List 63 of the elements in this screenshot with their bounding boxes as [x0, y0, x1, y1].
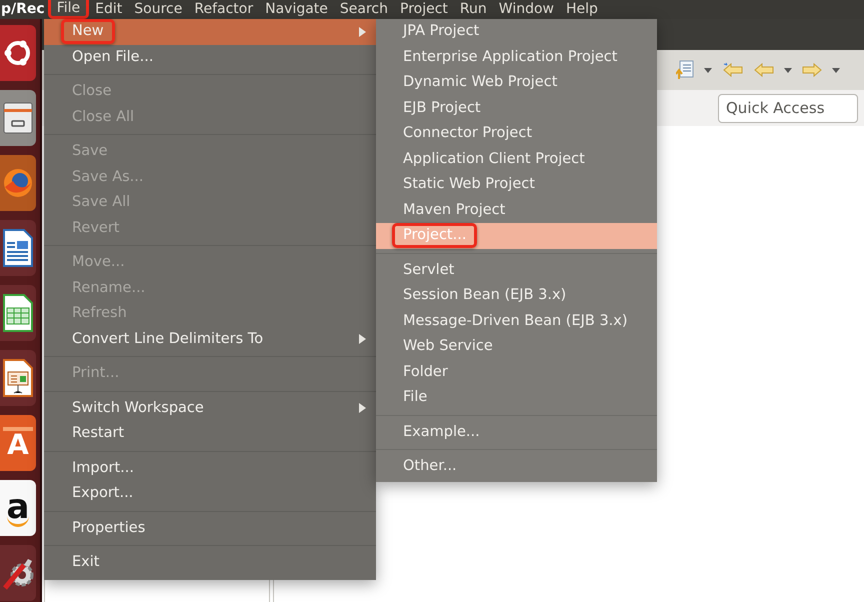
menubar-item[interactable]: Project	[394, 0, 454, 19]
menubar-item[interactable]: Window	[492, 0, 560, 19]
menu-item[interactable]: Close	[44, 79, 376, 104]
submenu-arrow-icon	[359, 26, 366, 37]
menubar-item[interactable]: File	[48, 0, 90, 19]
dropdown-caret-icon[interactable]	[784, 68, 792, 72]
wrench-and-gear-icon[interactable]	[0, 545, 36, 601]
menu-item[interactable]: Import...	[44, 456, 376, 481]
menu-item[interactable]: Refresh	[44, 301, 376, 326]
menu-item[interactable]: Example...	[376, 420, 657, 445]
menu-item[interactable]: Enterprise Application Project	[376, 44, 657, 70]
menu-item[interactable]: Folder	[376, 360, 657, 385]
menu-item[interactable]: Save As...	[44, 164, 376, 190]
menu-item[interactable]: Other...	[376, 454, 657, 480]
menu-item[interactable]: File	[376, 385, 657, 410]
menu-item[interactable]: Application Client Project	[376, 146, 657, 172]
menu-item[interactable]: Save All	[44, 190, 376, 216]
menu-item[interactable]: Print...	[44, 361, 376, 386]
document-icon[interactable]	[0, 220, 36, 276]
menu-item[interactable]: Restart	[44, 421, 376, 446]
menu-item[interactable]: Session Bean (EJB 3.x)	[376, 283, 657, 308]
submenu-arrow-icon	[359, 403, 366, 414]
app-title: p/Rec	[0, 0, 46, 19]
ring-icon[interactable]	[0, 25, 36, 81]
menubar-item[interactable]: Search	[334, 0, 394, 19]
presentation-icon[interactable]	[0, 350, 36, 406]
menu-item[interactable]: Switch Workspace	[44, 396, 376, 421]
menu-item[interactable]: JPA Project	[376, 19, 657, 44]
menu-item[interactable]: Web Service	[376, 334, 657, 360]
menubar-item[interactable]: Refactor	[188, 0, 260, 19]
spreadsheet-icon[interactable]	[0, 285, 36, 341]
menu-item[interactable]: Servlet	[376, 258, 657, 283]
dropdown-caret-icon[interactable]	[704, 68, 712, 72]
menu-item[interactable]: Export...	[44, 481, 376, 506]
back-arrow-star-icon[interactable]	[722, 62, 744, 78]
menu-item[interactable]: Maven Project	[376, 198, 657, 223]
menubar-item[interactable]: Navigate	[259, 0, 334, 19]
menubar-item[interactable]: Source	[128, 0, 188, 19]
menubar-item[interactable]: Help	[560, 0, 604, 19]
menu-item[interactable]: Rename...	[44, 276, 376, 301]
menu-item[interactable]: Move...	[44, 250, 376, 276]
menu-item[interactable]: Save	[44, 139, 376, 164]
menu-item[interactable]: Dynamic Web Project	[376, 70, 657, 96]
menu-item[interactable]: Revert	[44, 216, 376, 241]
quick-access-field[interactable]: Quick Access	[718, 94, 858, 122]
submenu-arrow-icon	[359, 334, 366, 344]
menu-item[interactable]: Open File...	[44, 44, 376, 70]
menu-item[interactable]: Message-Driven Bean (EJB 3.x)	[376, 308, 657, 334]
dropdown-caret-icon[interactable]	[832, 68, 840, 72]
shopping-bag-icon[interactable]: A	[0, 415, 36, 471]
menu-item[interactable]: Exit	[44, 550, 376, 576]
menubar-item[interactable]: Edit	[89, 0, 128, 19]
menu-item[interactable]: EJB Project	[376, 96, 657, 121]
menu-item[interactable]: Properties	[44, 516, 376, 541]
menubar-item[interactable]: Run	[454, 0, 493, 19]
outline-icon[interactable]	[676, 60, 694, 80]
letter-a-icon[interactable]: a	[0, 480, 36, 536]
menu-item[interactable]: Convert Line Delimiters To	[44, 326, 376, 352]
menu-item[interactable]: New	[44, 19, 376, 44]
menu-item[interactable]: Connector Project	[376, 121, 657, 146]
drawer-icon[interactable]	[0, 90, 36, 146]
menu-item[interactable]: Close All	[44, 104, 376, 130]
menu-item[interactable]: Static Web Project	[376, 172, 657, 198]
